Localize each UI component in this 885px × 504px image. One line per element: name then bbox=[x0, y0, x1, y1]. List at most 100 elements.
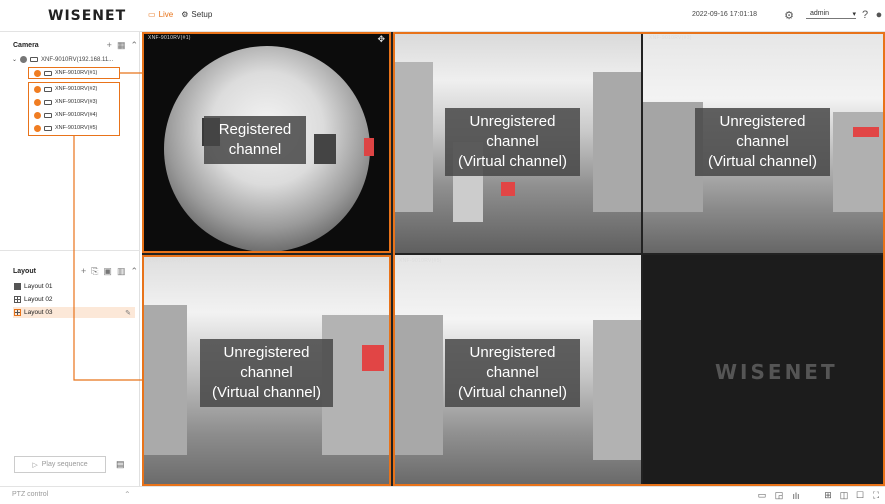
camera-icon bbox=[44, 99, 52, 105]
overlay-line: channel bbox=[228, 141, 282, 158]
overlay-line: Unregistered bbox=[223, 344, 310, 361]
video-cell-2[interactable]: XNF-9010RV(#2) Unregistered channel (Vir… bbox=[393, 32, 641, 253]
layout-panel-title: Layout bbox=[13, 268, 36, 275]
camera-item-label: XNF-9010RV(#3) bbox=[55, 99, 98, 105]
stats-icon[interactable]: ılı bbox=[790, 490, 802, 501]
layout-item[interactable]: Layout 02 bbox=[13, 294, 135, 305]
collapse-icon[interactable]: ⌃ bbox=[130, 40, 138, 51]
channel-overlay: Unregistered channel (Virtual channel) bbox=[200, 339, 333, 407]
camera-icon bbox=[44, 125, 52, 131]
collapse-icon[interactable]: ⌃ bbox=[130, 266, 138, 277]
status-dot bbox=[20, 56, 28, 63]
copy-icon[interactable]: ⎘ bbox=[91, 266, 98, 277]
camera-label: XNF-9010RV(#2) bbox=[399, 35, 442, 41]
edit-icon[interactable]: ✎ bbox=[125, 309, 131, 317]
top-bar: WISENET ▭ Live ⚙ Setup 2022-09-16 17:01:… bbox=[0, 0, 885, 32]
camera-item-label: XNF-9010RV(#1) bbox=[55, 70, 98, 76]
channel-overlay: Unregistered channel (Virtual channel) bbox=[445, 339, 580, 407]
camera-item[interactable]: XNF-9010RV(#2) bbox=[34, 84, 97, 94]
capture-icon[interactable]: ◲ bbox=[773, 490, 785, 501]
delete-icon[interactable]: ▥ bbox=[117, 266, 126, 277]
layout-split-icon[interactable]: ⊞ bbox=[822, 490, 834, 501]
play-icon: ▷ bbox=[32, 461, 38, 469]
camera-icon bbox=[44, 86, 52, 92]
status-dot bbox=[34, 85, 41, 93]
layout-grid-icon bbox=[14, 309, 21, 316]
play-sequence-label: Play sequence bbox=[41, 461, 88, 468]
add-icon[interactable]: + bbox=[107, 40, 112, 51]
main-nav: ▭ Live ⚙ Setup bbox=[148, 10, 212, 19]
status-dot bbox=[34, 98, 41, 106]
layout-item-active[interactable]: Layout 03 ✎ bbox=[13, 307, 135, 318]
help-icon[interactable]: ? bbox=[858, 8, 872, 22]
video-cell-3[interactable]: XNF-9010RV(#3) Unregistered channel (Vir… bbox=[643, 32, 885, 253]
layout-grid-icon bbox=[14, 283, 21, 290]
camera-label: XNF-9010RV(#1) bbox=[148, 35, 191, 41]
camera-label: XNF-9010RV(#4) bbox=[148, 258, 191, 264]
layout-item-label: Layout 02 bbox=[24, 296, 53, 303]
camera-item[interactable]: XNF-9010RV(#5) bbox=[34, 123, 97, 133]
video-cell-4[interactable]: XNF-9010RV(#4) Unregistered channel (Vir… bbox=[142, 255, 391, 486]
status-dot bbox=[34, 124, 41, 132]
video-cell-5[interactable]: XNF-9010RV(#5) Unregistered channel (Vir… bbox=[393, 255, 641, 486]
channel-overlay: Unregistered channel (Virtual channel) bbox=[445, 108, 580, 176]
layout-item[interactable]: Layout 01 bbox=[13, 281, 135, 292]
single-view-icon[interactable]: ☐ bbox=[854, 490, 866, 501]
status-dot bbox=[34, 111, 41, 119]
status-dot bbox=[34, 69, 41, 77]
camera-panel-header: Camera + ▦ ⌃ bbox=[13, 40, 138, 51]
layout-custom-icon[interactable]: ◫ bbox=[838, 490, 850, 501]
user-name: admin bbox=[810, 10, 830, 17]
nav-setup[interactable]: ⚙ Setup bbox=[181, 10, 212, 19]
nav-live[interactable]: ▭ Live bbox=[148, 10, 173, 19]
overlay-line: (Virtual channel) bbox=[708, 153, 817, 170]
camera-item[interactable]: XNF-9010RV(#3) bbox=[34, 97, 97, 107]
grid-icon[interactable]: ▦ bbox=[117, 40, 126, 51]
nav-live-label: Live bbox=[158, 10, 174, 19]
chevron-up-icon[interactable]: ⌃ bbox=[124, 490, 131, 499]
fullscreen-icon[interactable]: ⛶ bbox=[870, 490, 882, 501]
video-grid: XNF-9010RV(#1) ✥ Registered channel XNF-… bbox=[142, 32, 885, 486]
logo: WISENET bbox=[48, 8, 127, 24]
user-select[interactable]: admin ▾ bbox=[806, 10, 856, 19]
camera-root-label: XNF-9010RV(192.168.11... bbox=[41, 56, 114, 63]
camera-icon bbox=[44, 112, 52, 118]
settings-icon[interactable]: ⚙ bbox=[782, 8, 796, 22]
save-icon[interactable]: ▣ bbox=[103, 266, 112, 277]
datetime: 2022-09-16 17:01:18 bbox=[692, 11, 757, 18]
overlay-line: channel bbox=[736, 133, 789, 150]
fisheye-icon[interactable]: ▭ bbox=[756, 490, 768, 501]
chevron-down-icon: ▾ bbox=[852, 11, 856, 18]
overlay-line: Unregistered bbox=[719, 113, 806, 130]
ptz-move-icon[interactable]: ✥ bbox=[377, 34, 385, 45]
tree-expand-icon[interactable]: ⌄ bbox=[12, 56, 17, 63]
camera-icon bbox=[44, 70, 52, 76]
overlay-line: (Virtual channel) bbox=[458, 384, 567, 401]
sidebar: Camera + ▦ ⌃ ⌄ XNF-9010RV(192.168.11... … bbox=[0, 32, 140, 486]
camera-item[interactable]: XNF-9010RV(#4) bbox=[34, 110, 97, 120]
channel-overlay: Unregistered channel (Virtual channel) bbox=[695, 108, 830, 176]
ptz-control-label[interactable]: PTZ control bbox=[12, 491, 48, 498]
camera-item-label: XNF-9010RV(#5) bbox=[55, 125, 98, 131]
play-sequence-button[interactable]: ▷ Play sequence bbox=[14, 456, 106, 473]
add-icon[interactable]: + bbox=[81, 266, 86, 277]
overlay-line: channel bbox=[240, 364, 293, 381]
monitor-icon: ▭ bbox=[148, 10, 156, 19]
video-cell-empty[interactable]: WISENET bbox=[643, 255, 885, 486]
overlay-line: Unregistered bbox=[469, 344, 556, 361]
empty-cell-watermark: WISENET bbox=[715, 360, 838, 384]
layout-grid-icon bbox=[14, 296, 21, 303]
bottom-bar: PTZ control ⌃ ▭ ◲ ılı ⊞ ◫ ☐ ⛶ bbox=[0, 486, 885, 504]
overlay-line: channel bbox=[486, 364, 539, 381]
sequence-settings-icon[interactable]: ▤ bbox=[116, 459, 126, 469]
camera-tree-root[interactable]: ⌄ XNF-9010RV(192.168.11... bbox=[12, 56, 138, 63]
logout-icon[interactable]: ● bbox=[872, 8, 885, 22]
video-cell-1[interactable]: XNF-9010RV(#1) ✥ Registered channel bbox=[142, 32, 391, 253]
overlay-line: (Virtual channel) bbox=[212, 384, 321, 401]
camera-item-label: XNF-9010RV(#2) bbox=[55, 86, 98, 92]
camera-panel-title: Camera bbox=[13, 42, 39, 49]
overlay-line: Registered bbox=[218, 121, 292, 138]
overlay-line: channel bbox=[486, 133, 539, 150]
camera-item[interactable]: XNF-9010RV(#1) bbox=[34, 68, 97, 78]
camera-item-label: XNF-9010RV(#4) bbox=[55, 112, 98, 118]
